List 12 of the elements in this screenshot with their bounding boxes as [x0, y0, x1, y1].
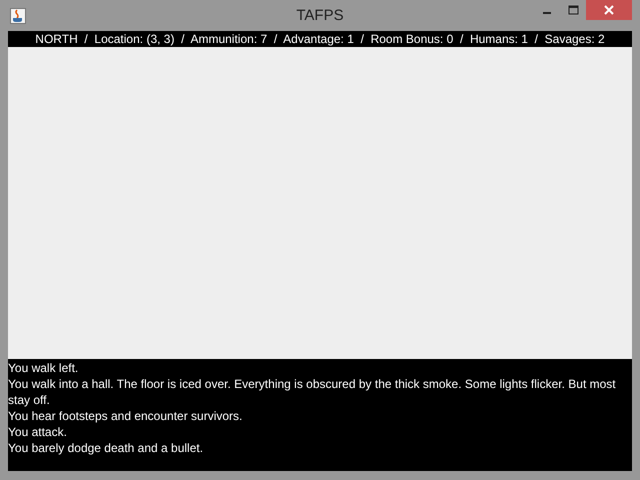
cup-icon [10, 8, 26, 24]
close-icon [604, 5, 614, 15]
log-line: You attack. [8, 424, 68, 440]
log-line: You barely dodge death and a bullet. [8, 440, 204, 456]
log-line: You walk into a hall. The floor is iced over. Everything is obscured by the thick smoke. Some lights flicker. But most stay off. [8, 376, 617, 408]
log-line: You walk left. [8, 360, 80, 376]
maximize-icon [568, 5, 578, 15]
close-button[interactable] [586, 0, 632, 20]
status-text: NORTH / Location: (3, 3) / Ammunition: 7 / Advantage: 1 / Room Bonus: 0 / Humans: 1 / Savages: 2 [35, 32, 605, 46]
minimize-icon [543, 12, 551, 14]
log-line: You hear footsteps and encounter survivors. [8, 408, 244, 424]
window-title: TAFPS [296, 7, 344, 24]
